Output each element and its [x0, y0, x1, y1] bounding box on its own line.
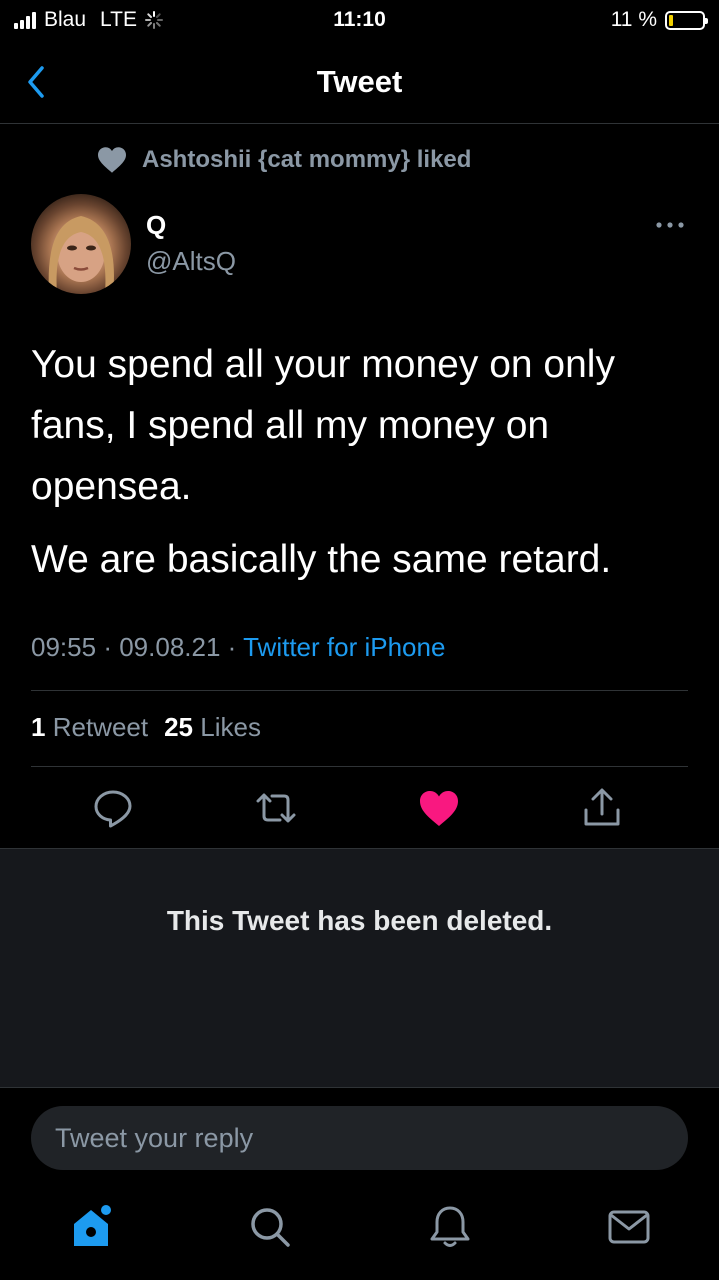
messages-icon[interactable]: [604, 1202, 654, 1252]
like-label: Likes: [200, 712, 261, 742]
tweet-paragraph: We are basically the same retard.: [31, 538, 612, 581]
reply-bar[interactable]: [31, 1106, 688, 1170]
deleted-tweet-notice: This Tweet has been deleted.: [0, 848, 719, 1088]
meta-separator: ·: [227, 632, 237, 662]
home-icon[interactable]: [66, 1202, 116, 1252]
avatar[interactable]: [31, 194, 131, 294]
tweet-meta: 09:55 · 09.08.21 · Twitter for iPhone: [31, 632, 445, 663]
tab-bar: [0, 1190, 719, 1280]
search-icon[interactable]: [245, 1202, 295, 1252]
notifications-icon[interactable]: [425, 1202, 475, 1252]
status-right: 11 %: [610, 8, 708, 32]
like-icon[interactable]: [417, 786, 461, 830]
battery-percent: 11 %: [610, 8, 657, 31]
social-context: Ashtoshii {cat mommy} liked: [96, 146, 471, 174]
tweet-text: You spend all your money on only fans, I…: [31, 334, 691, 590]
tweet-time: 09:55: [31, 632, 97, 662]
tweet-source-link[interactable]: Twitter for iPhone: [243, 632, 445, 662]
reply-input[interactable]: [55, 1106, 655, 1170]
tweet-stats: 1 Retweet 25 Likes: [31, 712, 261, 743]
retweet-label: Retweet: [52, 712, 149, 742]
tweet-paragraph: You spend all your money on only fans, I…: [31, 343, 615, 508]
deleted-tweet-text: This Tweet has been deleted.: [166, 905, 553, 936]
meta-separator: ·: [103, 632, 112, 662]
retweet-count: 1: [31, 712, 46, 742]
page-title: Tweet: [316, 64, 403, 99]
author-handle[interactable]: @AltsQ: [146, 246, 236, 277]
battery-icon: [665, 10, 708, 30]
retweet-icon[interactable]: [254, 786, 298, 830]
status-bar: Blau LTE 11:10 11 %: [0, 0, 719, 40]
more-options-icon[interactable]: [655, 220, 685, 230]
retweets-stat[interactable]: 1 Retweet: [31, 712, 148, 743]
like-count: 25: [164, 712, 194, 742]
divider: [31, 766, 688, 767]
likes-stat[interactable]: 25 Likes: [164, 712, 261, 743]
social-context-text: Ashtoshii {cat mommy} liked: [142, 146, 472, 173]
share-icon[interactable]: [580, 786, 624, 830]
avatar-photo: [48, 216, 114, 294]
tweet-date: 09.08.21: [119, 632, 221, 662]
author-name[interactable]: Q: [146, 210, 166, 241]
nav-header: Tweet: [0, 40, 719, 124]
heart-icon: [98, 147, 126, 173]
reply-icon[interactable]: [91, 786, 135, 830]
tweet-actions: [0, 786, 719, 836]
divider: [31, 690, 688, 691]
